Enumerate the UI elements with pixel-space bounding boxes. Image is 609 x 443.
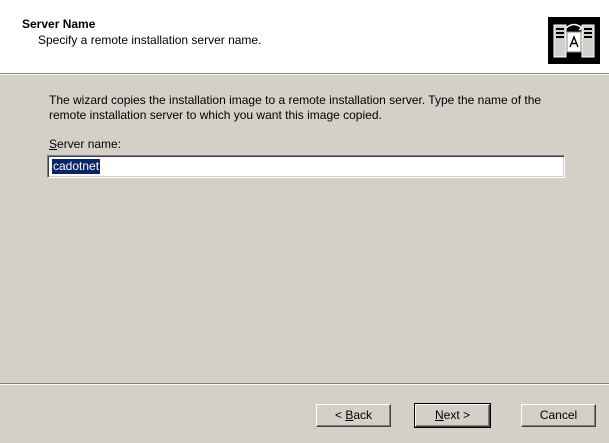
wizard-description: The wizard copies the installation image…: [49, 93, 542, 122]
footer-divider-highlight: [0, 384, 609, 385]
cancel-button-label: Cancel: [539, 408, 578, 422]
wizard-header: Server Name Specify a remote installatio…: [0, 0, 609, 73]
server-name-label-text: erver name:: [57, 137, 122, 151]
header-divider-highlight: [0, 74, 609, 75]
back-button[interactable]: < Back: [316, 404, 391, 427]
next-button[interactable]: Next >: [414, 403, 491, 428]
server-name-value: cadotnet: [52, 159, 101, 174]
page-subtitle: Specify a remote installation server nam…: [38, 33, 262, 47]
server-name-label: Server name:: [49, 137, 121, 151]
server-copy-icon: [548, 17, 600, 64]
server-name-label-accelerator: S: [49, 137, 58, 151]
back-button-label: ack: [353, 408, 373, 422]
next-button-label: ext >: [443, 408, 471, 422]
server-name-input[interactable]: cadotnet: [47, 155, 565, 178]
next-button-accelerator: N: [434, 408, 444, 422]
cancel-button[interactable]: Cancel: [521, 404, 596, 427]
wizard-dialog: Server Name Specify a remote installatio…: [0, 0, 609, 443]
back-button-prefix: <: [334, 408, 346, 422]
page-title: Server Name: [22, 17, 96, 31]
